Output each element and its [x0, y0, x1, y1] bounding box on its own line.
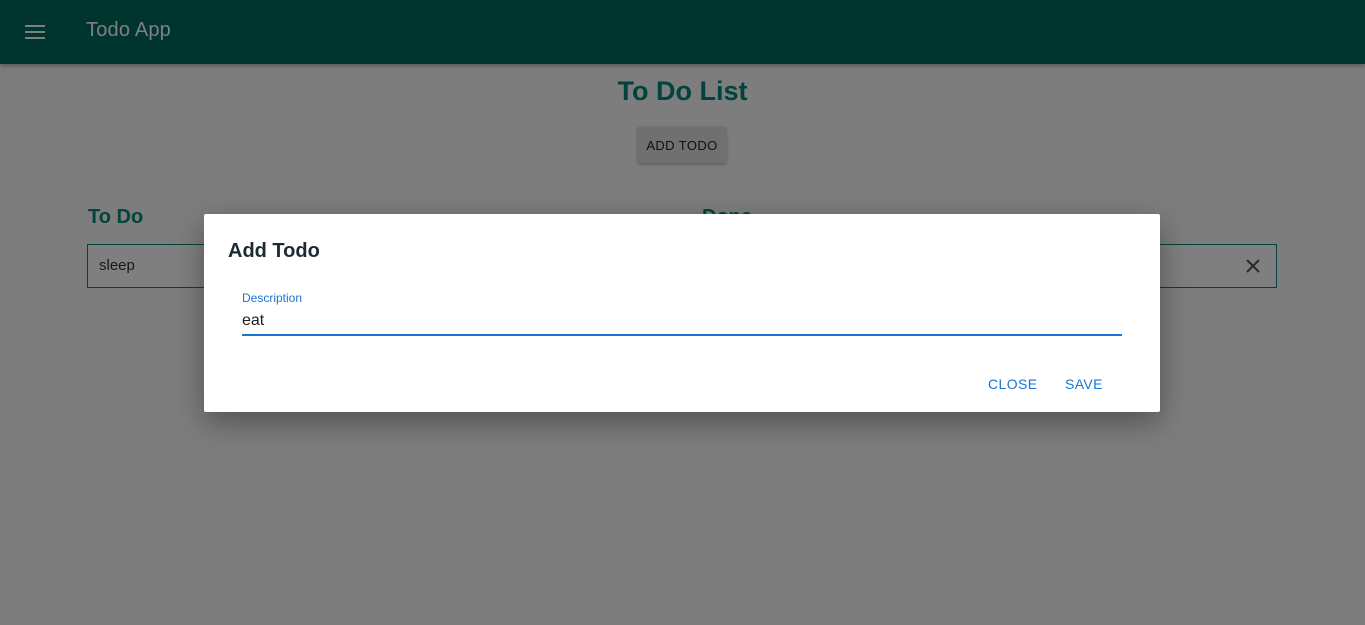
description-input[interactable] [242, 308, 1122, 336]
save-button[interactable]: SAVE [1065, 376, 1103, 392]
description-label: Description [242, 291, 303, 305]
add-todo-dialog: Add Todo Description CLOSE SAVE [204, 214, 1160, 412]
dialog-title: Add Todo [228, 240, 320, 262]
close-button[interactable]: CLOSE [988, 376, 1037, 392]
